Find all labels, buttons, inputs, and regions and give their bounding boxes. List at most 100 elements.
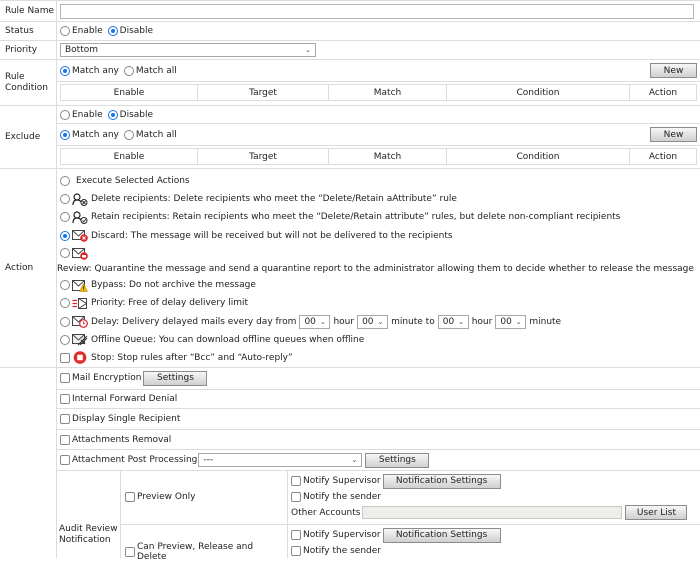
audit-review-notification: Audit Review Notification Preview Only N… (57, 470, 700, 562)
column-header-match: Match (328, 148, 447, 165)
status-enable-label: Enable (72, 26, 103, 36)
attachment-post-processing-settings-button[interactable]: Settings (365, 452, 430, 468)
stop-icon (72, 351, 88, 365)
attachment-post-processing-checkbox[interactable]: Attachment Post Processing (60, 455, 198, 466)
delay-to-minute-value: 00 (500, 316, 512, 327)
execute-selected-actions-label: Execute Selected Actions (76, 176, 190, 187)
delay-from-minute-select[interactable]: 00 ⌄ (357, 314, 389, 329)
audit-review-label-2: Notification (59, 535, 111, 546)
column-header-enable: Enable (60, 148, 198, 165)
exclude-row: Exclude Enable Disable Match any Match a… (0, 106, 700, 169)
discard-label: Discard: The message will be received bu… (91, 230, 453, 241)
attachment-post-processing-label: Attachment Post Processing (72, 455, 198, 466)
status-enable-radio[interactable]: Enable (60, 26, 103, 36)
bypass-option[interactable]: Bypass: Do not archive the message (60, 276, 697, 294)
attachments-removal-checkbox[interactable]: Attachments Removal (60, 434, 172, 445)
notify-supervisor-checkbox[interactable]: Notify Supervisor (291, 476, 381, 487)
stop-option[interactable]: Stop: Stop rules after “Bcc” and “Auto-r… (60, 349, 697, 367)
rule-name-row: Rule Name (0, 0, 700, 22)
internal-forward-denial-checkbox[interactable]: Internal Forward Denial (60, 393, 177, 404)
discard-mail-icon (72, 229, 88, 242)
discard-option[interactable]: Discard: The message will be received bu… (60, 227, 697, 245)
other-accounts-input[interactable] (362, 506, 623, 520)
column-header-action: Action (629, 148, 697, 165)
bypass-mail-icon (72, 279, 88, 292)
action-row: Action Execute Selected Actions Delete r… (0, 169, 700, 368)
column-header-target: Target (197, 84, 329, 101)
rule-match-any-label: Match any (72, 65, 119, 76)
delay-to-minute-select[interactable]: 00 ⌄ (495, 314, 527, 329)
execute-selected-actions-option[interactable]: Execute Selected Actions (60, 172, 697, 190)
column-header-action: Action (629, 84, 697, 101)
exclude-match-all-label: Match all (135, 129, 177, 140)
exclude-match-all-radio[interactable]: Match all (123, 129, 177, 140)
delay-to-hour-select[interactable]: 00 ⌄ (437, 314, 469, 329)
mail-encryption-settings-button[interactable]: Settings (143, 370, 208, 386)
notify-supervisor-label-2: Notify Supervisor (303, 530, 381, 541)
column-header-condition: Condition (446, 84, 630, 101)
review-label: Review: Quarantine the message and send … (57, 263, 694, 274)
retain-recipients-label: Retain recipients: Retain recipients who… (91, 212, 621, 223)
priority-label: Priority: Free of delay delivery limit (91, 298, 249, 309)
exclude-disable-label: Disable (119, 109, 154, 120)
priority-value: Bottom (65, 45, 99, 55)
delay-option[interactable]: Delay: Delivery delayed mails every day … (60, 312, 697, 330)
rule-name-input[interactable] (60, 3, 694, 19)
delay-minute-label: minute (529, 316, 562, 327)
column-header-condition: Condition (446, 148, 630, 165)
can-preview-release-delete-checkbox[interactable]: Can Preview, Release and Delete (125, 542, 282, 562)
stop-label: Stop: Stop rules after “Bcc” and “Auto-r… (91, 352, 293, 363)
rule-condition-new-button[interactable]: New (650, 63, 697, 78)
preview-only-label: Preview Only (137, 492, 196, 503)
offline-queue-option[interactable]: Offline Queue: You can download offline … (60, 331, 697, 349)
status-disable-radio[interactable]: Disable (107, 26, 153, 36)
user-list-button[interactable]: User List (625, 505, 688, 521)
status-row: Status Enable Disable (0, 22, 700, 41)
mail-encryption-label: Mail Encryption (72, 373, 142, 384)
chevron-down-icon: ⌄ (305, 46, 311, 54)
notify-sender-label-2: Notify the sender (303, 545, 381, 556)
attachment-post-processing-value: --- (203, 455, 214, 466)
display-single-recipient-checkbox[interactable]: Display Single Recipient (60, 414, 180, 424)
notify-supervisor-checkbox-2[interactable]: Notify Supervisor (291, 530, 381, 541)
priority-select[interactable]: Bottom ⌄ (60, 43, 316, 57)
exclude-new-button[interactable]: New (650, 127, 697, 142)
action-label: Action (0, 169, 57, 367)
notify-sender-checkbox[interactable]: Notify the sender (291, 491, 381, 502)
rule-name-label: Rule Name (0, 1, 57, 21)
chevron-down-icon: ⌄ (319, 317, 326, 326)
delete-recipients-label: Delete recipients: Delete recipients who… (91, 194, 457, 205)
delete-recipients-option[interactable]: Delete recipients: Delete recipients who… (60, 190, 697, 208)
attachments-removal-label: Attachments Removal (72, 434, 172, 445)
status-label: Status (0, 22, 57, 40)
delay-from-minute-value: 00 (362, 316, 374, 327)
audit-review-label-1: Audit Review (59, 524, 118, 535)
exclude-match-any-radio[interactable]: Match any (60, 129, 119, 140)
options-label-cell (0, 368, 57, 558)
exclude-disable-radio[interactable]: Disable (107, 109, 154, 120)
retain-recipients-option[interactable]: Retain recipients: Retain recipients who… (60, 208, 697, 226)
preview-only-checkbox[interactable]: Preview Only (125, 492, 196, 503)
delay-from-hour-select[interactable]: 00 ⌄ (299, 314, 331, 329)
rule-condition-table: Enable Target Match Condition Action (60, 84, 697, 101)
notification-settings-button[interactable]: Notification Settings (382, 473, 501, 489)
column-header-match: Match (328, 84, 447, 101)
bypass-label: Bypass: Do not archive the message (91, 280, 256, 291)
rule-match-all-radio[interactable]: Match all (123, 65, 177, 76)
priority-option[interactable]: Priority: Free of delay delivery limit (60, 294, 697, 312)
exclude-enable-radio[interactable]: Enable (60, 109, 103, 120)
delay-hour-label: hour (333, 316, 355, 327)
retain-recipients-icon (72, 211, 88, 224)
mail-encryption-checkbox[interactable]: Mail Encryption (60, 373, 142, 384)
rule-match-any-radio[interactable]: Match any (60, 65, 119, 76)
attachment-post-processing-select[interactable]: --- ⌄ (198, 453, 363, 468)
rule-condition-row: Rule Condition Match any Match all New E… (0, 60, 700, 106)
priority-label: Priority (0, 41, 57, 59)
can-preview-release-delete-label: Can Preview, Release and Delete (137, 541, 254, 562)
priority-mail-icon (72, 297, 88, 310)
rule-condition-label-1: Rule (5, 71, 25, 82)
review-option[interactable] (60, 245, 697, 262)
chevron-down-icon: ⌄ (377, 317, 384, 326)
notify-sender-checkbox-2[interactable]: Notify the sender (291, 545, 381, 556)
notification-settings-button-2[interactable]: Notification Settings (382, 527, 501, 543)
